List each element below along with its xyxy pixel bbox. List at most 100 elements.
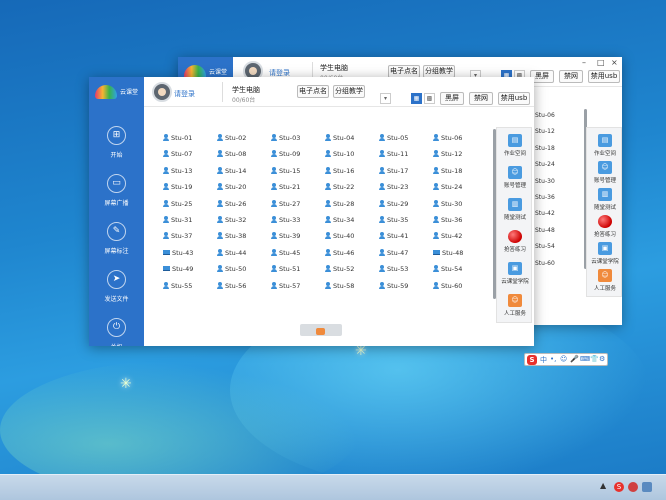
student-item[interactable]: Stu-13 xyxy=(163,166,192,176)
right-panel-item[interactable]: ☺ 人工服务 xyxy=(587,269,622,295)
student-item[interactable]: Stu-57 xyxy=(271,281,300,291)
ime-lang[interactable]: 中 xyxy=(540,355,547,365)
ime-toolbar[interactable]: S 中 •, ☺ 🎤 ⌨ 👕 ⚙ xyxy=(524,353,608,366)
front-app-window[interactable]: 云课堂 请登录 学生电脑 00/60台 电子点名 分组教学 ▾ ▦ ▩ 黑屏 禁… xyxy=(89,77,534,346)
right-panel-item[interactable]: ☺ 账号管理 xyxy=(587,161,622,187)
student-item[interactable]: Stu-14 xyxy=(217,166,246,176)
sidebar-item[interactable]: ⊞ 开始 xyxy=(89,126,144,170)
student-item[interactable]: Stu-02 xyxy=(217,134,246,143)
student-item[interactable]: Stu-55 xyxy=(163,281,192,291)
student-item[interactable]: Stu-54 xyxy=(433,265,462,274)
student-item[interactable]: Stu-46 xyxy=(325,248,354,258)
login-link[interactable]: 请登录 xyxy=(174,89,195,99)
right-panel-item[interactable]: ☺ 账号管理 xyxy=(497,166,533,192)
student-item[interactable]: Stu-18 xyxy=(535,145,555,152)
student-item[interactable]: Stu-54 xyxy=(535,243,555,250)
sidebar-item[interactable]: ▭ 屏幕广播 xyxy=(89,174,144,218)
student-item[interactable]: Stu-48 xyxy=(433,249,463,258)
student-item[interactable]: Stu-39 xyxy=(271,232,300,241)
student-item[interactable]: Stu-21 xyxy=(271,183,300,192)
tray-expand-icon[interactable]: ▲ xyxy=(600,481,606,490)
disable-net-button[interactable]: 禁网 xyxy=(469,92,493,105)
student-item[interactable]: Stu-27 xyxy=(271,199,300,209)
student-item[interactable]: Stu-48 xyxy=(535,227,555,234)
student-item[interactable]: Stu-47 xyxy=(379,248,408,258)
rename-button[interactable]: 电子点名 xyxy=(297,85,329,98)
network-icon[interactable] xyxy=(642,482,652,492)
student-item[interactable]: Stu-59 xyxy=(379,281,408,291)
student-item[interactable]: Stu-12 xyxy=(535,128,555,135)
minimize-icon[interactable]: – xyxy=(582,58,586,67)
right-panel-item[interactable]: ☺ 人工服务 xyxy=(497,294,533,320)
student-item[interactable]: Stu-32 xyxy=(217,216,246,225)
ime-emoji-icon[interactable]: ☺ xyxy=(560,355,567,363)
right-panel-item[interactable]: ▤ 作业空间 xyxy=(587,134,622,160)
group-button[interactable]: 分组教学 xyxy=(333,85,365,98)
student-item[interactable]: Stu-31 xyxy=(163,216,192,225)
tray-app-icon[interactable] xyxy=(628,482,638,492)
sidebar-item[interactable]: ➤ 发送文件 xyxy=(89,270,144,314)
student-item[interactable]: Stu-36 xyxy=(433,216,462,225)
large-grid-view-icon[interactable]: ▩ xyxy=(424,93,435,104)
maximize-icon[interactable]: □ xyxy=(597,58,605,67)
student-item[interactable]: Stu-35 xyxy=(379,216,408,225)
student-item[interactable]: Stu-01 xyxy=(163,134,192,143)
student-item[interactable]: Stu-37 xyxy=(163,232,192,241)
student-item[interactable]: Stu-12 xyxy=(433,150,462,159)
student-item[interactable]: Stu-56 xyxy=(217,281,246,291)
student-item[interactable]: Stu-20 xyxy=(217,183,246,192)
student-item[interactable]: Stu-60 xyxy=(535,260,555,267)
student-item[interactable]: Stu-43 xyxy=(163,249,193,258)
student-item[interactable]: Stu-52 xyxy=(325,265,354,274)
right-panel-item[interactable]: ▣ 云课堂学院 xyxy=(497,262,533,288)
student-item[interactable]: Stu-19 xyxy=(163,183,192,192)
student-item[interactable]: Stu-42 xyxy=(535,210,555,217)
student-item[interactable]: Stu-24 xyxy=(433,183,462,192)
student-item[interactable]: Stu-53 xyxy=(379,265,408,274)
sogou-logo-icon[interactable]: S xyxy=(527,355,537,365)
ime-keyboard-icon[interactable]: ⌨ xyxy=(580,355,590,363)
student-item[interactable]: Stu-50 xyxy=(217,265,246,274)
student-item[interactable]: Stu-49 xyxy=(163,265,193,274)
grid-view-icon[interactable]: ▦ xyxy=(411,93,422,104)
student-item[interactable]: Stu-05 xyxy=(379,134,408,143)
right-panel-item[interactable]: ▥ 随堂测试 xyxy=(497,198,533,224)
student-item[interactable]: Stu-23 xyxy=(379,183,408,192)
ime-mic-icon[interactable]: 🎤 xyxy=(570,355,579,363)
disable-usb-button[interactable]: 禁用usb xyxy=(588,70,620,83)
ime-punct-icon[interactable]: •, xyxy=(550,355,556,363)
student-item[interactable]: Stu-40 xyxy=(325,232,354,241)
student-item[interactable]: Stu-36 xyxy=(535,194,555,201)
student-item[interactable]: Stu-07 xyxy=(163,150,192,159)
student-item[interactable]: Stu-58 xyxy=(325,281,354,291)
student-item[interactable]: Stu-29 xyxy=(379,199,408,209)
student-item[interactable]: Stu-26 xyxy=(217,199,246,209)
student-item[interactable]: Stu-44 xyxy=(217,248,246,258)
sidebar-item[interactable]: ⏻ 关机 xyxy=(89,318,144,346)
right-panel-item[interactable]: ▣ 云课堂学院 xyxy=(587,242,622,268)
student-item[interactable]: Stu-04 xyxy=(325,134,354,143)
student-item[interactable]: Stu-16 xyxy=(325,166,354,176)
student-item[interactable]: Stu-30 xyxy=(535,178,555,185)
student-item[interactable]: Stu-17 xyxy=(379,166,408,176)
student-item[interactable]: Stu-25 xyxy=(163,199,192,209)
student-item[interactable]: Stu-24 xyxy=(535,161,555,168)
student-item[interactable]: Stu-42 xyxy=(433,232,462,241)
black-screen-button[interactable]: 黑屏 xyxy=(440,92,464,105)
sogou-tray-icon[interactable]: S xyxy=(614,482,624,492)
right-panel-item[interactable]: 抢答练习 xyxy=(497,230,533,256)
student-item[interactable]: Stu-06 xyxy=(433,134,462,143)
student-item[interactable]: Stu-51 xyxy=(271,265,300,274)
dropdown-icon[interactable]: ▾ xyxy=(380,93,391,104)
right-panel-item[interactable]: 抢答练习 xyxy=(587,215,622,241)
student-item[interactable]: Stu-28 xyxy=(325,199,354,209)
student-item[interactable]: Stu-10 xyxy=(325,150,354,159)
right-panel-item[interactable]: ▤ 作业空间 xyxy=(497,134,533,160)
student-item[interactable]: Stu-15 xyxy=(271,166,300,176)
student-item[interactable]: Stu-11 xyxy=(379,150,408,159)
disable-net-button[interactable]: 禁网 xyxy=(559,70,583,83)
student-item[interactable]: Stu-30 xyxy=(433,199,462,209)
student-item[interactable]: Stu-38 xyxy=(217,232,246,241)
avatar[interactable] xyxy=(152,82,172,102)
right-panel-item[interactable]: ▥ 随堂测试 xyxy=(587,188,622,214)
